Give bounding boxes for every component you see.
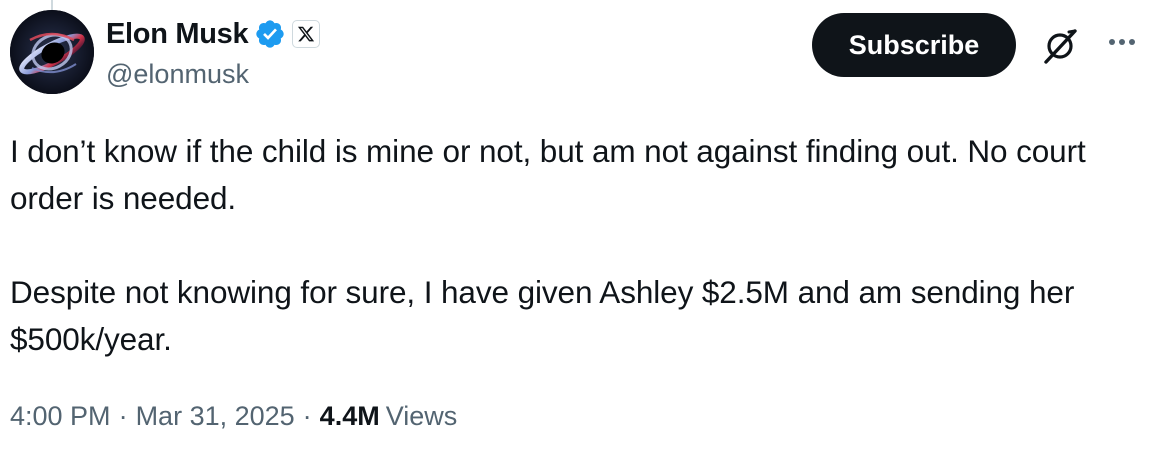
verified-badge-icon[interactable] [254,18,286,50]
tweet-meta: 4:00 PM · Mar 31, 2025 · 4.4M Views [10,396,457,436]
meta-separator: · [118,401,128,431]
tweet-paragraph: Despite not knowing for sure, I have giv… [10,274,1075,357]
avatar[interactable] [10,10,94,94]
tweet-time[interactable]: 4:00 PM [10,396,111,436]
subscribe-button[interactable]: Subscribe [812,13,1016,77]
views-count[interactable]: 4.4M [320,396,380,436]
tweet-text: I don’t know if the child is mine or not… [10,128,1150,363]
author-block: Elon Musk @elonmusk [106,14,321,92]
tweet-date[interactable]: Mar 31, 2025 [136,396,295,436]
grok-icon[interactable] [1038,24,1082,68]
tweet-paragraph: I don’t know if the child is mine or not… [10,133,1086,216]
thread-connector-line [51,0,53,10]
author-name-row: Elon Musk [106,14,321,54]
views-label[interactable]: Views [386,396,458,436]
author-handle[interactable]: @elonmusk [106,56,320,92]
x-logo-icon[interactable] [292,20,321,48]
author-display-name[interactable]: Elon Musk [106,14,249,54]
black-hole-avatar-icon [10,10,94,94]
more-dots-icon[interactable] [1104,30,1140,54]
meta-separator: · [302,401,312,431]
